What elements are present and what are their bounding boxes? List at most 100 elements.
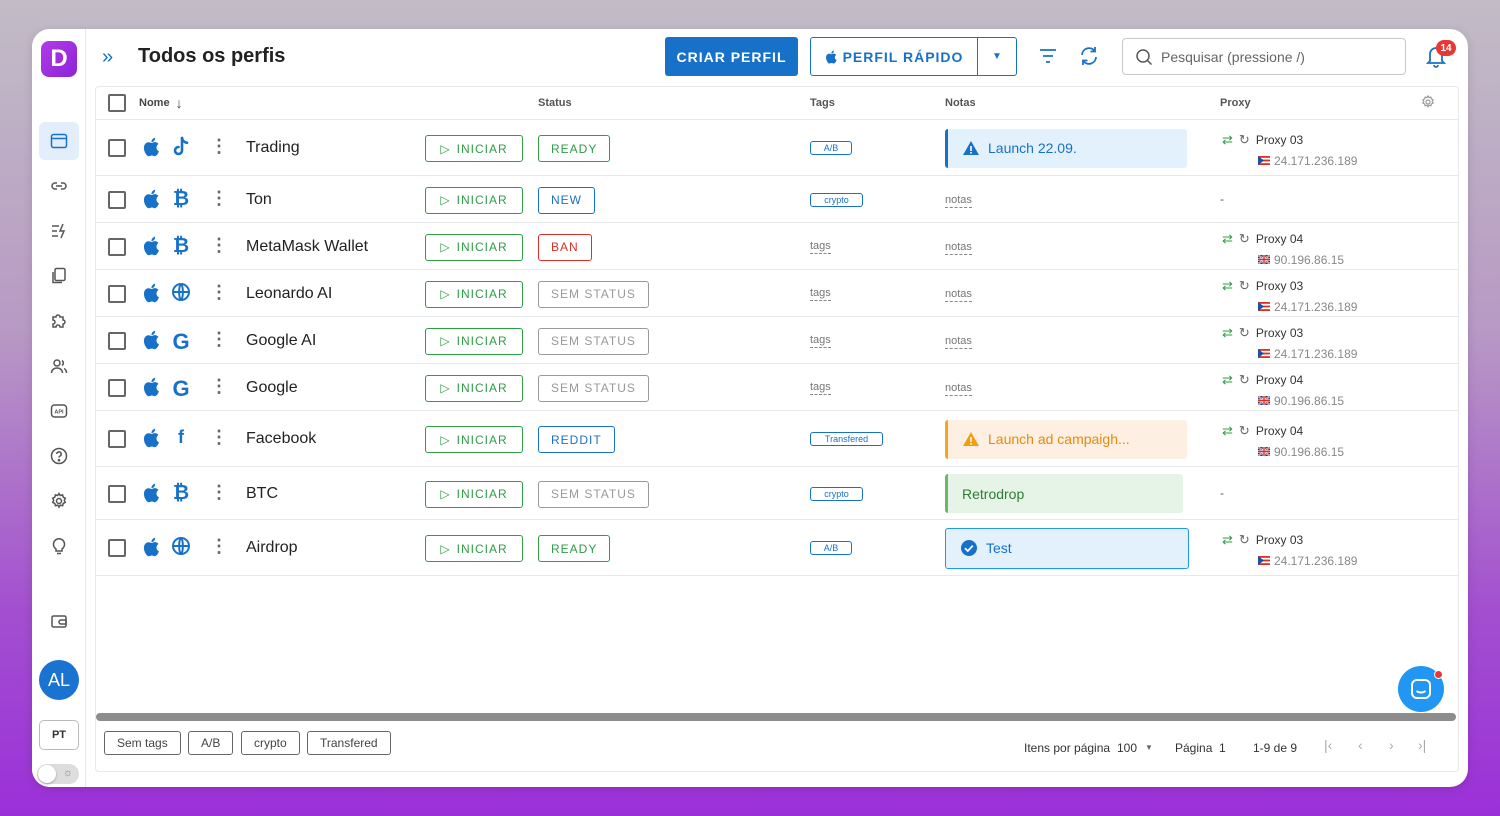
tag-pill[interactable]: A/B <box>810 141 852 155</box>
profile-name[interactable]: Google <box>246 379 298 397</box>
start-button[interactable]: ▷ INICIAR <box>425 135 523 162</box>
row-checkbox[interactable] <box>108 139 126 157</box>
profile-name[interactable]: Leonardo AI <box>246 285 332 303</box>
chat-button[interactable] <box>1398 666 1444 712</box>
per-page-select[interactable]: 100 ▼ <box>1117 741 1153 755</box>
app-logo[interactable]: D <box>41 41 77 77</box>
page-value[interactable]: 1 <box>1219 741 1226 755</box>
sidebar-item-extensions[interactable] <box>39 302 79 340</box>
proxy-cell[interactable]: ⇄ ↻ Proxy 03 24.171.236.189 <box>1222 532 1357 568</box>
quick-profile-dropdown[interactable]: ▼ <box>978 38 1016 75</box>
row-checkbox[interactable] <box>108 190 126 209</box>
start-button[interactable]: ▷ INICIAR <box>425 327 523 355</box>
horizontal-scrollbar[interactable] <box>96 713 1456 721</box>
profile-name[interactable]: BTC <box>246 485 278 503</box>
table-row[interactable]: ₿ ⋮ BTC ▷ INICIAR SEM STATUS crypto Retro… <box>96 467 1458 520</box>
sidebar-item-api[interactable]: API <box>39 392 79 430</box>
create-profile-button[interactable]: CRIAR PERFIL <box>665 37 798 76</box>
more-vertical-icon[interactable]: ⋮ <box>210 188 228 209</box>
start-button[interactable]: ▷ INICIAR <box>425 186 523 214</box>
refresh-icon[interactable] <box>1078 45 1100 72</box>
table-row[interactable]: f ⋮ Facebook ▷ INICIAR REDDIT Transfered … <box>96 411 1458 467</box>
status-badge[interactable]: SEM STATUS <box>538 280 649 308</box>
user-avatar[interactable]: AL <box>39 660 79 700</box>
more-vertical-icon[interactable]: ⋮ <box>210 136 228 157</box>
profile-name[interactable]: Trading <box>246 139 300 157</box>
sidebar-item-team[interactable] <box>39 347 79 385</box>
row-checkbox[interactable] <box>108 284 126 303</box>
sidebar-item-help[interactable] <box>39 437 79 475</box>
select-all-checkbox[interactable] <box>108 94 126 112</box>
tags-placeholder[interactable]: tags <box>810 240 831 254</box>
notes-placeholder[interactable]: notas <box>945 288 972 302</box>
tag-filter-chip[interactable]: Sem tags <box>104 731 181 755</box>
notes-placeholder[interactable]: notas <box>945 241 972 255</box>
profile-name[interactable]: Airdrop <box>246 539 298 557</box>
more-vertical-icon[interactable]: ⋮ <box>210 536 228 557</box>
column-name-header[interactable]: Nome ↓ <box>139 96 183 110</box>
table-row[interactable]: G ⋮ Google AI ▷ INICIAR SEM STATUS tags n… <box>96 317 1458 364</box>
proxy-cell[interactable]: ⇄ ↻ Proxy 04 90.196.86.15 <box>1222 372 1344 408</box>
last-page-icon[interactable]: ›| <box>1418 737 1426 753</box>
status-badge[interactable]: SEM STATUS <box>538 374 649 402</box>
tag-pill[interactable]: crypto <box>810 486 863 501</box>
note-card[interactable]: Test <box>945 527 1189 569</box>
start-button[interactable]: ▷ INICIAR <box>425 535 523 562</box>
more-vertical-icon[interactable]: ⋮ <box>210 282 228 303</box>
theme-toggle[interactable]: ☼ <box>37 764 79 784</box>
row-checkbox[interactable] <box>108 378 126 397</box>
start-button[interactable]: ▷ INICIAR <box>425 426 523 453</box>
row-checkbox[interactable] <box>108 484 126 503</box>
notes-placeholder[interactable]: notas <box>945 194 972 208</box>
sidebar-item-templates[interactable] <box>39 257 79 295</box>
row-checkbox[interactable] <box>108 237 126 256</box>
column-settings-gear-icon[interactable] <box>1420 94 1436 113</box>
status-badge[interactable]: BAN <box>538 233 592 261</box>
sidebar-item-wallet[interactable] <box>39 602 79 640</box>
more-vertical-icon[interactable]: ⋮ <box>210 235 228 256</box>
row-checkbox[interactable] <box>108 430 126 448</box>
status-badge[interactable]: READY <box>538 535 611 562</box>
tag-filter-chip[interactable]: crypto <box>241 731 300 755</box>
status-badge[interactable]: SEM STATUS <box>538 327 649 355</box>
tags-placeholder[interactable]: tags <box>810 334 831 348</box>
language-selector[interactable]: PT <box>39 720 79 750</box>
tag-filter-chip[interactable]: A/B <box>188 731 234 755</box>
table-row[interactable]: ⋮ Leonardo AI ▷ INICIAR SEM STATUS tags n… <box>96 270 1458 317</box>
status-badge[interactable]: REDDIT <box>538 426 615 453</box>
sidebar-item-settings[interactable] <box>39 482 79 520</box>
table-row[interactable]: ₿ ⋮ MetaMask Wallet ▷ INICIAR BAN tags no… <box>96 223 1458 270</box>
profile-name[interactable]: Google AI <box>246 332 316 350</box>
proxy-cell[interactable]: ⇄ ↻ Proxy 04 90.196.86.15 <box>1222 423 1344 459</box>
more-vertical-icon[interactable]: ⋮ <box>210 376 228 397</box>
sidebar-item-profiles[interactable] <box>39 122 79 160</box>
sidebar-item-proxies[interactable] <box>39 167 79 205</box>
first-page-icon[interactable]: |‹ <box>1324 737 1332 753</box>
quick-profile-button[interactable]: PERFIL RÁPIDO <box>811 38 978 75</box>
status-badge[interactable]: READY <box>538 135 611 162</box>
search-input[interactable] <box>1161 48 1391 65</box>
start-button[interactable]: ▷ INICIAR <box>425 233 523 261</box>
note-card[interactable]: Retrodrop <box>945 474 1183 513</box>
notes-placeholder[interactable]: notas <box>945 335 972 349</box>
sidebar-item-ideas[interactable] <box>39 527 79 565</box>
sidebar-item-automation[interactable] <box>39 212 79 250</box>
tag-pill[interactable]: Transfered <box>810 432 883 446</box>
start-button[interactable]: ▷ INICIAR <box>425 374 523 402</box>
start-button[interactable]: ▷ INICIAR <box>425 480 523 508</box>
table-row[interactable]: ₿ ⋮ Ton ▷ INICIAR NEW crypto notas - <box>96 176 1458 223</box>
note-card[interactable]: Launch 22.09. <box>945 128 1187 168</box>
more-vertical-icon[interactable]: ⋮ <box>210 427 228 448</box>
table-row[interactable]: G ⋮ Google ▷ INICIAR SEM STATUS tags nota… <box>96 364 1458 411</box>
notes-placeholder[interactable]: notas <box>945 382 972 396</box>
profile-name[interactable]: MetaMask Wallet <box>246 238 368 256</box>
note-card[interactable]: Launch ad campaigh... <box>945 419 1187 459</box>
prev-page-icon[interactable]: ‹ <box>1358 737 1363 753</box>
row-checkbox[interactable] <box>108 331 126 350</box>
tag-pill[interactable]: crypto <box>810 192 863 207</box>
filter-icon[interactable] <box>1038 46 1058 71</box>
table-row[interactable]: ⋮ Airdrop ▷ INICIAR READY A/B Test ⇄ ↻ Prox… <box>96 520 1458 576</box>
start-button[interactable]: ▷ INICIAR <box>425 280 523 308</box>
expand-sidebar-icon[interactable]: » <box>102 46 113 69</box>
proxy-cell[interactable]: ⇄ ↻ Proxy 03 24.171.236.189 <box>1222 278 1357 314</box>
